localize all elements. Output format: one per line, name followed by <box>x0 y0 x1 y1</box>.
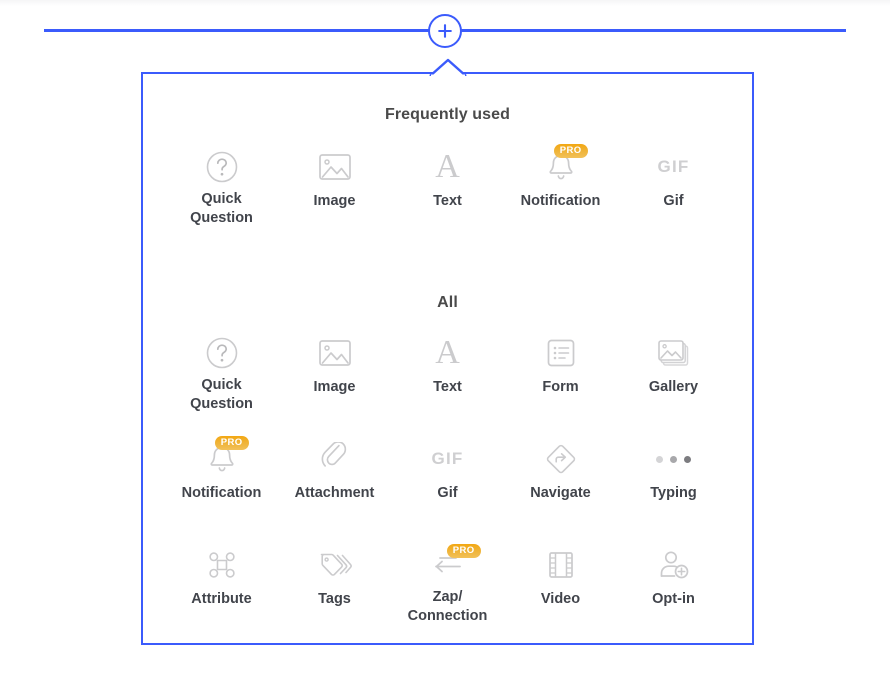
frequently-used-grid: Quick Question Image A Text PRO Notifica… <box>143 144 752 250</box>
block-tile-quick-question[interactable]: Quick Question <box>165 144 278 250</box>
zap-connection-arrow-icon: PRO <box>425 542 481 588</box>
block-tile-label: Notification <box>520 193 601 209</box>
block-tile-zap-connection[interactable]: PRO Zap/ Connection <box>391 542 504 648</box>
block-tile-video[interactable]: Video <box>504 542 617 648</box>
gallery-icon <box>651 330 697 376</box>
block-tile-image[interactable]: Image <box>278 144 391 250</box>
block-tile-label: Attachment <box>294 485 375 501</box>
section-title-all: All <box>437 294 458 311</box>
block-tile-text[interactable]: A Text <box>391 144 504 250</box>
block-tile-gallery[interactable]: Gallery <box>617 330 730 436</box>
block-tile-label: Text <box>433 193 462 209</box>
typing-dots-icon <box>651 436 697 482</box>
block-tile-gif[interactable]: GIF Gif <box>617 144 730 250</box>
section-title-frequently-used: Frequently used <box>384 106 511 123</box>
block-tile-label: Attribute <box>191 591 252 607</box>
block-tile-gif[interactable]: GIF Gif <box>391 436 504 542</box>
page-top-strip <box>0 0 890 6</box>
block-tile-opt-in[interactable]: Opt-in <box>617 542 730 648</box>
gif-icon: GIF <box>431 449 464 468</box>
image-icon <box>312 144 358 190</box>
all-blocks-grid: Quick Question Image A Text Form Gallery… <box>143 330 752 648</box>
gif-icon: GIF <box>657 157 690 176</box>
panel-arrow-notch <box>428 58 468 76</box>
block-tile-quick-question[interactable]: Quick Question <box>165 330 278 436</box>
plus-circle-icon <box>436 22 454 40</box>
block-tile-text[interactable]: A Text <box>391 330 504 436</box>
block-tile-label: Typing <box>650 485 697 501</box>
block-tile-label: Gallery <box>648 379 699 395</box>
block-tile-label: Gif <box>437 485 458 501</box>
tags-icon <box>312 542 358 588</box>
text-a-icon: A <box>435 148 460 185</box>
block-tile-label: Image <box>313 379 356 395</box>
image-icon <box>312 330 358 376</box>
bell-icon: PRO <box>538 144 588 190</box>
block-tile-label: Gif <box>663 193 684 209</box>
bell-icon: PRO <box>199 436 249 482</box>
film-strip-icon <box>538 542 584 588</box>
block-tile-label: Text <box>433 379 462 395</box>
add-step-button[interactable] <box>428 14 462 48</box>
block-tile-label: Tags <box>318 591 351 607</box>
block-tile-typing[interactable]: Typing <box>617 436 730 542</box>
block-tile-attribute[interactable]: Attribute <box>165 542 278 648</box>
block-picker-panel: Frequently used Quick Question Image A T… <box>141 58 754 648</box>
command-icon <box>199 542 245 588</box>
question-circle-icon <box>199 330 245 376</box>
block-tile-label: Zap/ Connection <box>407 589 488 624</box>
navigate-diamond-arrow-icon <box>538 436 584 482</box>
block-tile-image[interactable]: Image <box>278 330 391 436</box>
block-tile-notification[interactable]: PRO Notification <box>165 436 278 542</box>
paperclip-icon <box>312 436 358 482</box>
block-tile-label: Video <box>540 591 581 607</box>
pro-badge: PRO <box>553 144 588 158</box>
block-tile-label: Navigate <box>530 485 591 501</box>
pro-badge: PRO <box>214 436 249 450</box>
block-tile-notification[interactable]: PRO Notification <box>504 144 617 250</box>
person-add-icon <box>651 542 697 588</box>
insert-divider-row <box>44 14 846 48</box>
block-tile-label: Form <box>542 379 579 395</box>
pro-badge: PRO <box>446 544 481 558</box>
block-tile-tags[interactable]: Tags <box>278 542 391 648</box>
block-tile-label: Image <box>313 193 356 209</box>
block-tile-form[interactable]: Form <box>504 330 617 436</box>
question-circle-icon <box>199 144 245 190</box>
block-tile-label: Quick Question <box>190 377 253 412</box>
block-tile-navigate[interactable]: Navigate <box>504 436 617 542</box>
text-a-icon: A <box>435 334 460 371</box>
block-tile-label: Notification <box>181 485 262 501</box>
block-tile-label: Opt-in <box>652 591 695 607</box>
block-tile-label: Quick Question <box>190 191 253 226</box>
form-list-icon <box>538 330 584 376</box>
block-tile-attachment[interactable]: Attachment <box>278 436 391 542</box>
